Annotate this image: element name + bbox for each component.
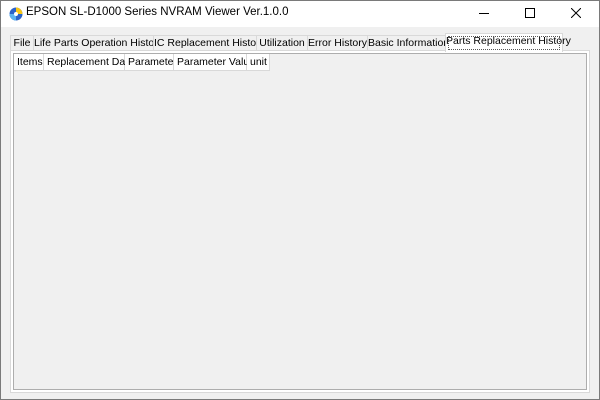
column-header-unit[interactable]: unit: [247, 54, 270, 71]
column-header-items[interactable]: Items: [14, 54, 44, 71]
minimize-button[interactable]: [461, 1, 507, 27]
tab-ic-replacement-history[interactable]: IC Replacement History: [153, 35, 265, 51]
tab-page: Items Replacement Date Parameter Paramet…: [10, 50, 590, 393]
maximize-button[interactable]: [507, 1, 553, 27]
tab-parts-replacement-history[interactable]: Parts Replacement History: [445, 33, 571, 52]
column-header-parameter-value[interactable]: Parameter Value: [174, 54, 255, 71]
maximize-icon: [525, 5, 535, 23]
minimize-icon: [479, 5, 489, 23]
tab-error-history[interactable]: Error History: [307, 35, 368, 51]
column-header-replacement-date[interactable]: Replacement Date: [44, 54, 134, 71]
app-window: EPSON SL-D1000 Series NVRAM Viewer Ver.1…: [0, 0, 600, 400]
tab-strip: File Life Parts Operation History IC Rep…: [10, 33, 590, 52]
tab-focus-rect: [448, 36, 560, 50]
close-button[interactable]: [553, 1, 599, 27]
tab-utilization[interactable]: Utilization: [256, 35, 308, 51]
tab-life-parts-operation-history[interactable]: Life Parts Operation History: [33, 35, 163, 51]
column-header-parameter[interactable]: Parameter: [125, 54, 177, 71]
parts-replacement-grid[interactable]: Items Replacement Date Parameter Paramet…: [13, 53, 587, 390]
tab-basic-information[interactable]: Basic Information: [367, 35, 449, 51]
window-title: EPSON SL-D1000 Series NVRAM Viewer Ver.1…: [26, 6, 289, 18]
tab-file[interactable]: File: [10, 35, 34, 51]
close-icon: [570, 5, 582, 23]
title-bar[interactable]: EPSON SL-D1000 Series NVRAM Viewer Ver.1…: [1, 1, 599, 27]
epson-app-icon: [9, 7, 23, 21]
grid-header-row: Items Replacement Date Parameter Paramet…: [14, 54, 586, 71]
